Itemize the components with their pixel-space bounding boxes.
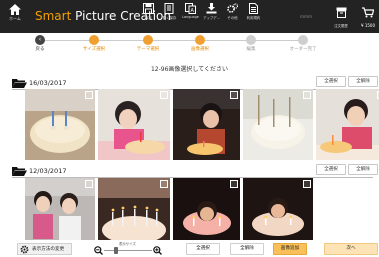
zoom-slider-handle[interactable] xyxy=(114,247,118,254)
zoom-label: 表示サイズ xyxy=(119,242,136,246)
gear-icon xyxy=(227,3,238,13)
step-label: 戻る xyxy=(35,47,45,52)
language-icon: A xyxy=(185,3,196,14)
photo-thumbnail[interactable] xyxy=(25,89,95,160)
zoom-control: 表示サイズ xyxy=(93,241,163,257)
date-group-header: 16/03/2017 全選択 全解除 xyxy=(0,76,379,90)
photo-grid xyxy=(25,178,313,240)
group-date: 16/03/2017 xyxy=(29,79,67,87)
photo-thumbnail[interactable] xyxy=(98,178,170,240)
app-window: ホーム Smart Picture Creation 保存 開く保存 A Lan… xyxy=(0,0,379,257)
step-label: テーマ選択 xyxy=(136,47,160,52)
open-label: 開く保存 xyxy=(162,16,177,20)
zoom-slider-track[interactable] xyxy=(104,250,152,251)
folder-icon xyxy=(12,79,27,88)
home-button[interactable]: ホーム xyxy=(4,4,26,22)
upload-label: アップデ... xyxy=(203,16,220,20)
step-image[interactable]: 画像選択 xyxy=(175,35,225,52)
photo-checkbox[interactable] xyxy=(85,91,93,99)
language-label: Language xyxy=(182,15,199,19)
group-select-all-button[interactable]: 全選択 xyxy=(316,76,346,87)
header-small-label: ｍｍｍ xyxy=(300,14,312,19)
group-date: 12/03/2017 xyxy=(29,167,67,175)
step-size[interactable]: サイズ選択 xyxy=(69,35,119,52)
save-label: 保存 xyxy=(145,16,152,20)
photo-thumbnail[interactable] xyxy=(243,89,313,160)
upload-button[interactable]: アップデ... xyxy=(201,3,222,20)
step-edit: 編集 xyxy=(226,35,276,52)
terms-button[interactable]: 利用規約 xyxy=(243,3,264,20)
step-theme[interactable]: テーマ選択 xyxy=(123,35,173,52)
header-bar: ホーム Smart Picture Creation 保存 開く保存 A Lan… xyxy=(0,0,379,33)
photo-thumbnail[interactable] xyxy=(243,178,313,240)
download-icon xyxy=(206,3,217,14)
language-button[interactable]: A Language xyxy=(180,3,201,20)
photo-checkbox[interactable] xyxy=(303,91,311,99)
group-clear-all-button[interactable]: 全解除 xyxy=(348,164,378,175)
order-history-label: 注文履歴 xyxy=(334,24,348,28)
photo-thumbnail[interactable] xyxy=(25,178,95,240)
step-progress: ‹ 戻る サイズ選択 テーマ選択 画像選択 編集 オーダー完了 xyxy=(0,33,379,53)
photo-thumbnail[interactable] xyxy=(98,89,170,160)
settings-label: その他 xyxy=(227,16,238,20)
step-dot xyxy=(195,35,205,45)
save-icon xyxy=(143,3,154,14)
photo-thumbnail[interactable] xyxy=(316,89,379,160)
cart-button[interactable]: ¥ 1500 xyxy=(357,3,379,28)
order-history-button[interactable]: 注文履歴 xyxy=(331,3,351,28)
svg-text:A: A xyxy=(190,8,194,14)
step-label: サイズ選択 xyxy=(82,47,106,52)
step-dot xyxy=(298,35,308,45)
step-label: 画像選択 xyxy=(191,47,209,52)
home-icon xyxy=(9,4,21,15)
footer-bar: 表示方法の変更 表示サイズ 全選択 全解除 画像追加 次へ xyxy=(0,241,379,257)
clear-all-button[interactable]: 全解除 xyxy=(230,243,264,255)
select-all-button[interactable]: 全選択 xyxy=(186,243,220,255)
open-icon xyxy=(164,3,174,14)
brand-smart: Smart xyxy=(35,9,72,23)
home-label: ホーム xyxy=(9,16,21,21)
open-button[interactable]: 開く保存 xyxy=(159,3,180,20)
step-dot xyxy=(89,35,99,45)
photo-checkbox[interactable] xyxy=(230,180,238,188)
save-button[interactable]: 保存 xyxy=(138,3,159,20)
folder-icon xyxy=(12,167,27,176)
change-display-button[interactable]: 表示方法の変更 xyxy=(17,243,72,255)
photo-checkbox[interactable] xyxy=(160,91,168,99)
photo-grid xyxy=(25,89,379,160)
add-images-button[interactable]: 画像追加 xyxy=(273,243,307,255)
photo-checkbox[interactable] xyxy=(230,91,238,99)
step-label: 編集 xyxy=(246,47,256,52)
cart-icon xyxy=(362,7,375,18)
step-dot xyxy=(143,35,153,45)
instruction-text: 12-96画像選択してください xyxy=(150,66,229,73)
box-icon xyxy=(336,7,346,18)
change-display-label: 表示方法の変更 xyxy=(32,247,65,252)
zoom-in-icon[interactable] xyxy=(153,246,162,255)
gear-icon xyxy=(20,245,29,253)
group-select-all-button[interactable]: 全選択 xyxy=(316,164,346,175)
group-clear-all-button[interactable]: 全解除 xyxy=(348,76,378,87)
photo-thumbnail[interactable] xyxy=(173,178,240,240)
back-arrow-icon: ‹ xyxy=(35,35,45,45)
zoom-out-icon[interactable] xyxy=(94,246,103,255)
cart-total: ¥ 1500 xyxy=(361,23,375,28)
photo-thumbnail[interactable] xyxy=(173,89,240,160)
photo-checkbox[interactable] xyxy=(85,180,93,188)
terms-label: 利用規約 xyxy=(246,16,261,20)
next-button[interactable]: 次へ xyxy=(324,243,378,255)
document-icon xyxy=(249,3,258,14)
step-order: オーダー完了 xyxy=(278,35,328,52)
step-dot xyxy=(246,35,256,45)
settings-button[interactable]: その他 xyxy=(222,3,243,20)
photo-checkbox[interactable] xyxy=(160,180,168,188)
date-group-header: 12/03/2017 全選択 全解除 xyxy=(0,164,379,178)
toolbar: 保存 開く保存 A Language アップデ... その他 利用規約 xyxy=(138,3,264,20)
step-back[interactable]: ‹ 戻る xyxy=(15,35,65,52)
photo-checkbox[interactable] xyxy=(303,180,311,188)
step-label: オーダー完了 xyxy=(289,47,317,52)
